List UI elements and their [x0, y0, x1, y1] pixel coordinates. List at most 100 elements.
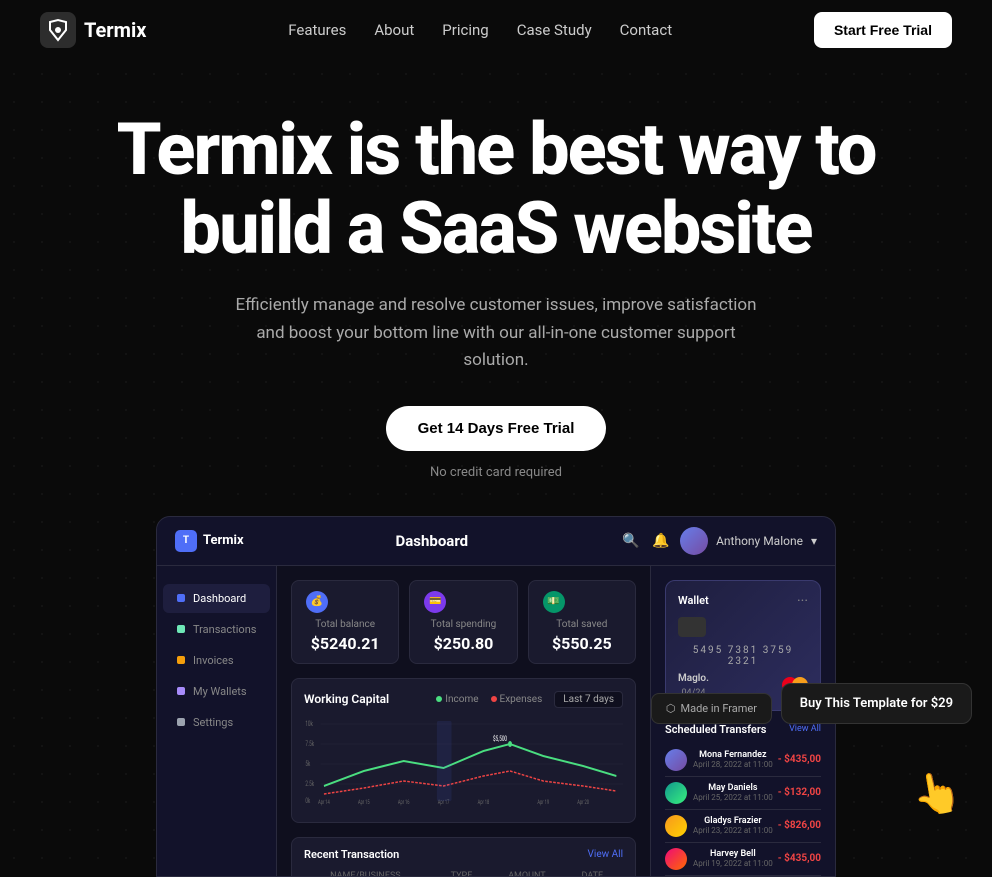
balance-value: $5240.21 — [306, 634, 384, 653]
transfer-amount-3: - $435,00 — [778, 853, 821, 864]
transfer-amount-1: - $132,00 — [778, 787, 821, 798]
nav-about[interactable]: About — [374, 21, 414, 39]
nav-links: Features About Pricing Case Study Contac… — [288, 21, 672, 39]
chart-header: Working Capital Income Expenses Last 7 d… — [304, 691, 623, 708]
nav-contact[interactable]: Contact — [620, 21, 672, 39]
hero-title: Termix is the best way to build a SaaS w… — [60, 110, 932, 268]
dash-title: Dashboard — [396, 532, 469, 550]
balance-label: Total balance — [306, 619, 384, 630]
sidebar-item-wallets[interactable]: My Wallets — [163, 677, 270, 706]
saved-value: $550.25 — [543, 634, 621, 653]
recent-view-all[interactable]: View All — [588, 849, 623, 860]
transfer-avatar-0 — [665, 749, 687, 771]
hero-cta-button[interactable]: Get 14 Days Free Trial — [386, 406, 607, 451]
user-avatar — [680, 527, 708, 555]
transfers-view-all[interactable]: View All — [789, 724, 821, 734]
logo-text: Termix — [84, 18, 146, 42]
svg-text:Apr 14: Apr 14 — [318, 799, 330, 806]
svg-text:Apr 16: Apr 16 — [398, 799, 410, 806]
transfers-title: Scheduled Transfers — [665, 723, 766, 736]
sidebar-dot-invoices — [177, 656, 185, 664]
transfer-item-3: Harvey Bell April 19, 2022 at 11:00 - $4… — [665, 843, 821, 876]
search-icon[interactable]: 🔍 — [620, 530, 642, 552]
sidebar-label-wallets: My Wallets — [193, 685, 247, 698]
recent-title: Recent Transaction — [304, 848, 399, 861]
transfer-avatar-1 — [665, 782, 687, 804]
transfer-name-0: Mona Fernandez — [693, 750, 773, 760]
svg-text:10k: 10k — [305, 720, 313, 728]
col-name: NAME/BUSINESS — [304, 871, 427, 876]
spending-icon: 💳 — [424, 591, 446, 613]
wallet-options-icon[interactable]: ··· — [797, 593, 808, 609]
transfer-date-0: April 28, 2022 at 11:00 — [693, 760, 773, 769]
made-in-framer-badge[interactable]: ⬡ Made in Framer — [651, 693, 772, 724]
svg-text:$5,500: $5,500 — [493, 735, 507, 743]
dash-logo: T Termix — [175, 530, 244, 552]
chart-section: Working Capital Income Expenses Last 7 d… — [291, 678, 636, 823]
chart-filter[interactable]: Last 7 days — [554, 691, 623, 708]
transfer-date-1: April 25, 2022 at 11:00 — [693, 793, 773, 802]
buy-template-button[interactable]: Buy This Template for $29 — [781, 683, 972, 724]
wallet-title: Wallet — [678, 594, 709, 607]
col-date: DATE — [562, 871, 623, 876]
transfer-item-0: Mona Fernandez April 28, 2022 at 11:00 -… — [665, 744, 821, 777]
spending-value: $250.80 — [424, 634, 502, 653]
nav-case-study[interactable]: Case Study — [517, 21, 592, 39]
spending-label: Total spending — [424, 619, 502, 630]
wallet-header: Wallet ··· — [678, 593, 808, 609]
hero-section: Termix is the best way to build a SaaS w… — [0, 60, 992, 877]
transfer-left-2: Gladys Frazier April 23, 2022 at 11:00 — [665, 815, 773, 837]
legend-income: Income — [436, 694, 478, 705]
transfer-left-1: May Daniels April 25, 2022 at 11:00 — [665, 782, 773, 804]
recent-transactions: Recent Transaction View All NAME/BUSINES… — [291, 837, 636, 876]
wallet-chip — [678, 617, 706, 637]
sidebar-label-settings: Settings — [193, 716, 233, 729]
stat-card-balance: 💰 Total balance $5240.21 — [291, 580, 399, 664]
stat-cards: 💰 Total balance $5240.21 💳 Total spendin… — [291, 580, 636, 664]
sidebar-label-invoices: Invoices — [193, 654, 234, 667]
bell-icon[interactable]: 🔔 — [650, 530, 672, 552]
transfer-item-1: May Daniels April 25, 2022 at 11:00 - $1… — [665, 777, 821, 810]
transfer-name-3: Harvey Bell — [693, 849, 773, 859]
saved-label: Total saved — [543, 619, 621, 630]
dash-user: 🔍 🔔 Anthony Malone ▾ — [620, 527, 817, 555]
sidebar-item-invoices[interactable]: Invoices — [163, 646, 270, 675]
dash-logo-text: Termix — [203, 533, 244, 548]
sidebar-dot-transactions — [177, 625, 185, 633]
nav-features[interactable]: Features — [288, 21, 346, 39]
transfer-left-0: Mona Fernandez April 28, 2022 at 11:00 — [665, 749, 773, 771]
dashboard-main: 💰 Total balance $5240.21 💳 Total spendin… — [277, 566, 650, 876]
hero-title-line2: build a SaaS website — [181, 186, 812, 271]
sidebar-item-dashboard[interactable]: Dashboard — [163, 584, 270, 613]
sidebar-item-transactions[interactable]: Transactions — [163, 615, 270, 644]
framer-icon: ⬡ — [666, 702, 676, 715]
saved-icon: 💵 — [543, 591, 565, 613]
dashboard-header: T Termix Dashboard 🔍 🔔 Anthony Malone ▾ — [157, 517, 835, 566]
chart-svg: 10k 7.5k 5k 2.5k 0k — [304, 716, 623, 806]
svg-text:5k: 5k — [305, 760, 310, 768]
stat-card-spending: 💳 Total spending $250.80 — [409, 580, 517, 664]
wallet-card-number: 5495 7381 3759 2321 — [678, 645, 808, 667]
sidebar-dot-settings — [177, 718, 185, 726]
transfers-header: Scheduled Transfers View All — [665, 723, 821, 736]
nav-cta-button[interactable]: Start Free Trial — [814, 12, 952, 48]
svg-text:Apr 18: Apr 18 — [478, 799, 490, 806]
transfer-date-3: April 19, 2022 at 11:00 — [693, 859, 773, 868]
made-in-framer-label: Made in Framer — [681, 702, 757, 715]
sidebar-dot-dashboard — [177, 594, 185, 602]
dashboard-sidebar: Dashboard Transactions Invoices My Walle… — [157, 566, 277, 876]
sidebar-item-settings[interactable]: Settings — [163, 708, 270, 737]
transfer-name-1: May Daniels — [693, 783, 773, 793]
transfer-date-2: April 23, 2022 at 11:00 — [693, 826, 773, 835]
navbar: Termix Features About Pricing Case Study… — [0, 0, 992, 60]
transfer-avatar-2 — [665, 815, 687, 837]
chart-title: Working Capital — [304, 692, 389, 706]
transfer-amount-0: - $435,00 — [778, 754, 821, 765]
logo[interactable]: Termix — [40, 12, 146, 48]
transfer-item-2: Gladys Frazier April 23, 2022 at 11:00 -… — [665, 810, 821, 843]
user-name: Anthony Malone — [716, 534, 803, 548]
no-credit-text: No credit card required — [60, 465, 932, 480]
chevron-down-icon: ▾ — [811, 534, 817, 548]
balance-icon: 💰 — [306, 591, 328, 613]
nav-pricing[interactable]: Pricing — [442, 21, 488, 39]
